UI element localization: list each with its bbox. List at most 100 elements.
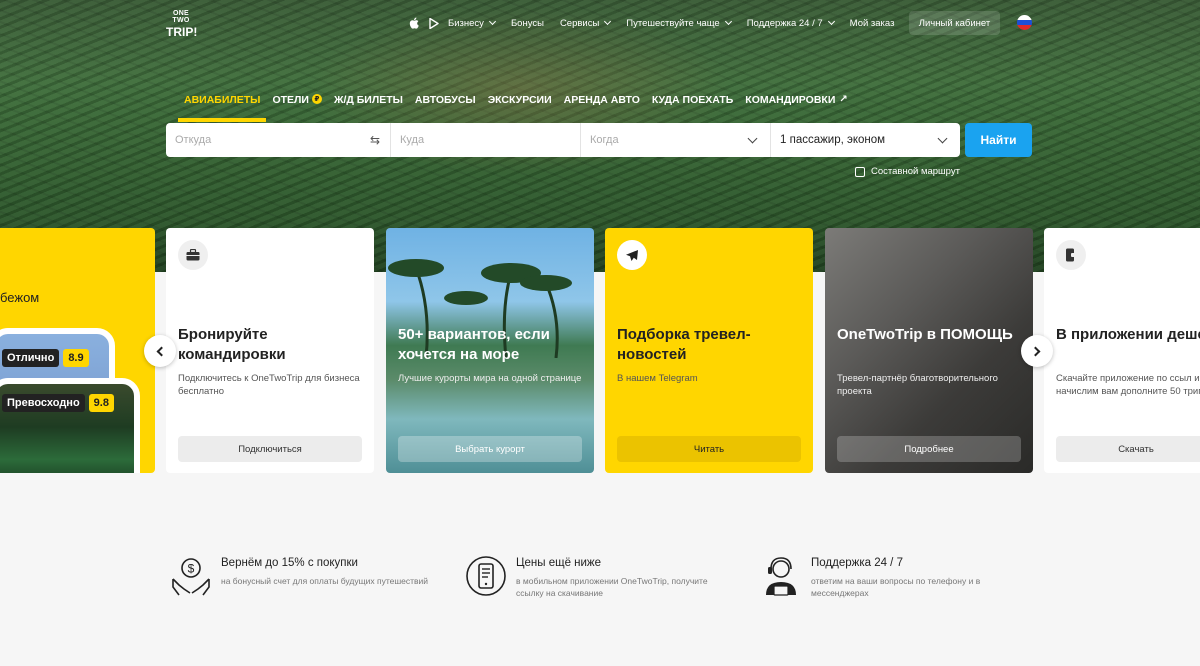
rating-badge: Превосходно 9.8 [2,394,114,412]
tab-trains-label: Ж/Д БИЛЕТЫ [333,94,403,106]
card-business-trips[interactable]: Бронируйте командировки Подключитесь к O… [166,228,374,473]
rating-value: 9.8 [88,394,114,412]
benefit-title: Вернём до 15% с покупки [221,557,358,569]
tab-avia-label: АВИАБИЛЕТЫ [184,94,261,106]
external-link-icon: ↗ [839,94,848,105]
rating-label: Превосходно [2,394,85,412]
google-play-icon[interactable] [428,17,440,29]
chevron-left-icon [156,346,167,356]
complex-route-label: Составной маршрут [871,166,960,177]
nav-services-label: Сервисы [559,17,600,29]
benefit-subtitle: на бонусный счет для оплаты будущих путе… [221,576,429,586]
to-placeholder: Куда [400,134,425,146]
rating-badge: Отлично 8.9 [2,349,89,367]
card-title: 50+ вариантов, если хочется на море [398,326,550,363]
onetwotrip-logo[interactable]: ONE TWO TRIP! [166,10,198,39]
nav-my-order-label: Мой заказ [849,17,895,29]
benefit-title: Поддержка 24 / 7 [811,557,903,569]
logo-line2: TRIP! [166,25,198,39]
carousel-prev-button[interactable] [144,335,176,367]
complex-route-link[interactable]: Составной маршрут [855,166,960,177]
top-nav: Бизнесу Бонусы Сервисы Путешествуйте чащ… [408,12,910,34]
card-mobile-app[interactable]: В приложении деше Скачайте приложение по… [1044,228,1200,473]
from-input[interactable]: Откуда ⇆ [166,123,390,157]
product-tabs: АВИАБИЛЕТЫ ОТЕЛИ ₽ Ж/Д БИЛЕТЫ АВТОБУСЫ ЭК… [177,94,860,122]
to-input[interactable]: Куда [390,123,580,157]
benefit-subtitle: в мобильном приложении OneTwoTrip, получ… [516,576,708,598]
read-button[interactable]: Читать [617,436,801,462]
chevron-down-icon [488,17,496,26]
benefit-support: Поддержка 24 / 7 ответим на ваши вопросы… [760,555,1031,599]
nav-bonuses-label: Бонусы [510,17,544,29]
search-form: Откуда ⇆ Куда Когда 1 пассажир, эконом [166,123,960,157]
tab-business-trips[interactable]: КОМАНДИРОВКИ ↗ [745,94,847,122]
mobile-app-icon [1056,240,1086,270]
tab-excursions-label: ЭКСКУРСИИ [487,94,552,106]
rating-label: Отлично [2,349,60,367]
tab-buses-label: АВТОБУСЫ [414,94,476,106]
tab-where-to-go[interactable]: КУДА ПОЕХАТЬ [652,94,733,122]
nav-bonuses[interactable]: Бонусы [511,18,544,29]
card-subtitle: Лучшие курорты мира на одной странице [398,373,582,384]
cashback-icon: $ [172,558,210,596]
card-title: OneTwoTrip в ПОМОЩЬ [837,326,1013,343]
chevron-down-icon [724,17,732,26]
tab-where-to-go-label: КУДА ПОЕХАТЬ [651,94,734,106]
russia-flag-icon[interactable] [1017,15,1032,30]
apple-icon[interactable] [408,17,420,29]
nav-my-order[interactable]: Мой заказ [850,18,895,29]
route-icon [855,166,865,177]
more-button[interactable]: Подробнее [837,436,1021,462]
ruble-badge-icon: ₽ [311,94,322,104]
rating-value: 8.9 [63,349,89,367]
nav-services[interactable]: Сервисы [559,17,612,29]
briefcase-icon [178,240,208,270]
logo-line1: ONE TWO [172,10,190,24]
from-placeholder: Откуда [175,134,212,146]
tab-avia[interactable]: АВИАБИЛЕТЫ [177,94,267,122]
tab-car-rental[interactable]: АРЕНДА АВТО [564,94,640,122]
phone-illustration [0,378,140,473]
tab-hotels-label: ОТЕЛИ [272,94,309,106]
passengers-select[interactable]: 1 пассажир, эконом [770,123,960,157]
card-subtitle: Подключитесь к OneTwoTrip для бизнеса бе… [178,373,360,397]
download-button[interactable]: Скачать [1056,436,1200,462]
benefit-cashback: $ Вернём до 15% с покупки на бонусный сч… [170,555,441,597]
card-subtitle: Тревел-партнёр благотворительного проект… [837,373,998,397]
chevron-down-icon [827,17,835,26]
card-title: В приложении деше [1056,326,1200,343]
nav-travel-more[interactable]: Путешествуйте чаще [626,17,732,29]
personal-cabinet-button[interactable]: Личный кабинет [909,11,1000,35]
svg-text:$: $ [188,562,195,576]
tab-hotels[interactable]: ОТЕЛИ ₽ [272,94,322,122]
nav-travel-more-label: Путешествуйте чаще [626,17,720,29]
nav-business[interactable]: Бизнесу [448,17,496,29]
chevron-down-icon [604,17,612,26]
swap-icon[interactable]: ⇆ [370,133,380,147]
connect-button[interactable]: Подключиться [178,436,362,462]
tab-excursions[interactable]: ЭКСКУРСИИ [488,94,552,122]
carousel-next-button[interactable] [1021,335,1053,367]
tab-business-trips-label: КОМАНДИРОВКИ [745,94,836,106]
nav-business-label: Бизнесу [448,17,484,29]
card-charity[interactable]: OneTwoTrip в ПОМОЩЬ Тревел-партнёр благо… [825,228,1033,473]
search-button[interactable]: Найти [965,123,1032,157]
tab-buses[interactable]: АВТОБУСЫ [415,94,476,122]
benefit-subtitle: ответим на ваши вопросы по телефону и в … [811,576,981,598]
tab-trains[interactable]: Ж/Д БИЛЕТЫ [334,94,403,122]
nav-support-label: Поддержка 24 / 7 [746,17,823,29]
card-title: Подборка тревел-новостей [617,326,751,363]
card-partial-text: бежом [0,290,40,305]
nav-support[interactable]: Поддержка 24 / 7 [746,17,835,29]
card-sea-resorts[interactable]: 50+ вариантов, если хочется на море Лучш… [386,228,594,473]
passengers-value: 1 пассажир, эконом [780,134,886,146]
choose-resort-button[interactable]: Выбрать курорт [398,436,582,462]
chevron-right-icon [1030,346,1041,356]
card-travel-news[interactable]: Подборка тревел-новостей В нашем Telegra… [605,228,813,473]
card-hotel-ratings[interactable]: бежом Отлично 8.9 Превосходно 9.8 [0,228,155,473]
card-title: Бронируйте командировки [178,326,286,363]
date-input[interactable]: Когда [580,123,770,157]
benefit-app-prices: Цены ещё ниже в мобильном приложении One… [465,555,736,599]
card-subtitle: Скачайте приложение по ссыл и мы начисли… [1056,373,1200,397]
phone-icon [466,556,506,596]
